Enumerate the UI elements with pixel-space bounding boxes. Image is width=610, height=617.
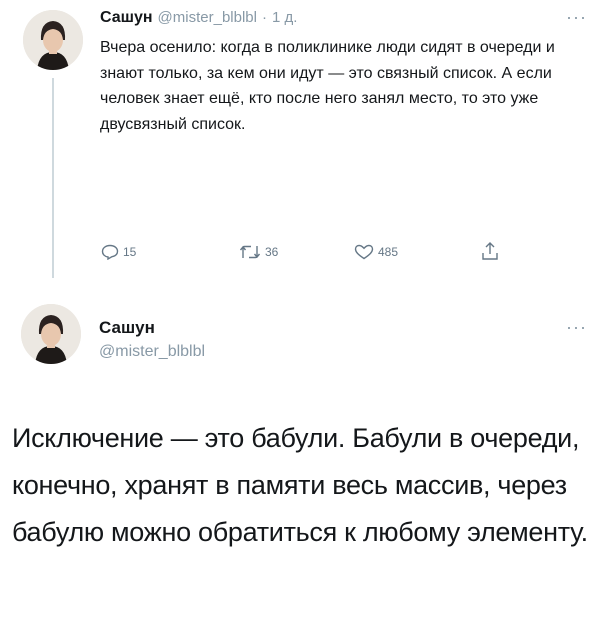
avatar[interactable]	[21, 304, 81, 364]
tweet1-text: Вчера осенило: когда в поликлинике люди …	[100, 39, 555, 133]
author-name[interactable]: Сашун	[99, 318, 155, 338]
separator: ·	[261, 9, 267, 26]
retweet-icon	[239, 245, 261, 259]
thread-line	[52, 78, 54, 278]
reply-count: 15	[123, 245, 137, 259]
retweet-count: 36	[265, 245, 279, 259]
author-handle[interactable]: @mister_blblbl	[158, 9, 257, 26]
heart-icon	[354, 244, 374, 260]
share-button[interactable]	[481, 241, 499, 261]
avatar-photo	[23, 10, 83, 70]
reply-icon	[101, 244, 119, 260]
timestamp[interactable]: 1 д.	[272, 9, 297, 26]
author-name[interactable]: Сашун	[100, 9, 153, 27]
avatar[interactable]	[23, 10, 83, 70]
retweet-button[interactable]: 36	[239, 244, 278, 260]
share-icon	[482, 242, 498, 260]
tweet1-header: Сашун @mister_blblbl · 1 д.	[100, 9, 297, 27]
more-options-icon[interactable]: ···	[566, 8, 587, 26]
like-button[interactable]: 485	[354, 244, 398, 260]
more-options-icon[interactable]: ···	[566, 318, 587, 336]
tweet2-text: Исключение — это бабули. Бабули в очеред…	[12, 423, 588, 547]
avatar-photo	[21, 304, 81, 364]
author-handle[interactable]: @mister_blblbl	[99, 343, 205, 361]
reply-button[interactable]: 15	[101, 244, 136, 260]
like-count: 485	[378, 245, 399, 259]
